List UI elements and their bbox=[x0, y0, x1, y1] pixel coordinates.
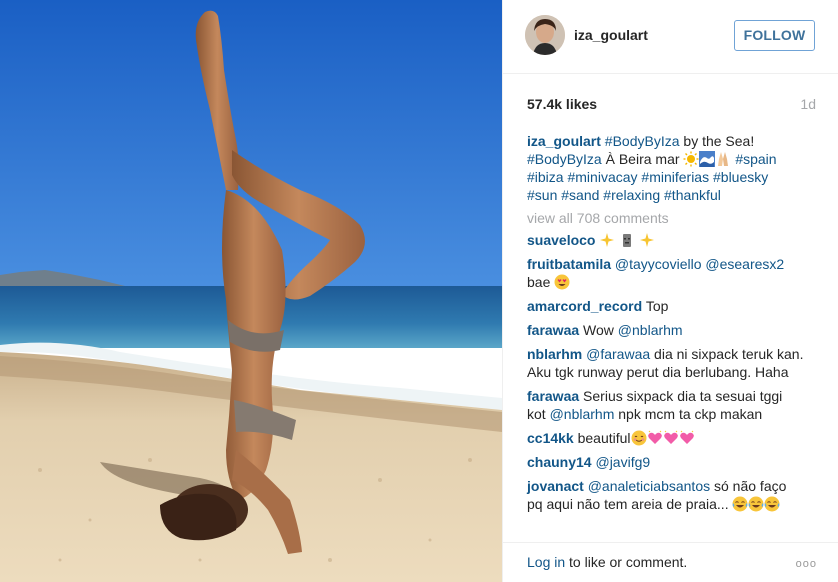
login-prompt: Log in to like or comment. bbox=[527, 554, 687, 570]
post-sidebar: iza_goulart FOLLOW 57.4k likes 1d iza_go… bbox=[502, 0, 838, 582]
comment-item: farawaa Serius sixpack dia ta sesuai tgg… bbox=[527, 387, 819, 423]
caption-text: by the Sea! bbox=[679, 133, 755, 149]
comment-item: amarcord_record Top bbox=[527, 297, 819, 315]
post-author-username[interactable]: iza_goulart bbox=[574, 27, 648, 43]
comment-username[interactable]: fruitbatamila bbox=[527, 256, 611, 272]
caption: iza_goulart #BodyByIza by the Sea! #Body… bbox=[527, 132, 819, 204]
comment-username[interactable]: cc14kk bbox=[527, 430, 574, 446]
mention-link[interactable]: @javifg9 bbox=[595, 454, 650, 470]
hashtag[interactable]: #bluesky bbox=[713, 169, 768, 185]
hashtag[interactable]: #miniferias bbox=[641, 169, 709, 185]
hashtag[interactable]: #sand bbox=[561, 187, 599, 203]
tears-of-joy-emoji-icon bbox=[748, 496, 764, 512]
comment-text: Aku tgk runway perut dia berlubang. Haha bbox=[527, 364, 789, 380]
more-options-button[interactable]: ooo bbox=[796, 558, 817, 570]
post-header: iza_goulart FOLLOW bbox=[503, 0, 838, 74]
post-photo[interactable] bbox=[0, 0, 502, 582]
comment-item: farawaa Wow @nblarhm bbox=[527, 321, 819, 339]
post-age[interactable]: 1d bbox=[800, 96, 816, 112]
likes-row: 57.4k likes 1d bbox=[527, 96, 816, 114]
comment-username[interactable]: farawaa bbox=[527, 322, 579, 338]
sparkles-icon bbox=[600, 233, 615, 247]
heart-eyes-emoji-icon bbox=[554, 274, 570, 290]
hashtag[interactable]: #relaxing bbox=[603, 187, 660, 203]
beach-headstand-photo bbox=[0, 0, 502, 582]
comment-text: npk mcm ta ckp makan bbox=[614, 406, 763, 422]
likes-count[interactable]: 57.4k likes bbox=[527, 96, 597, 112]
comment-username[interactable]: amarcord_record bbox=[527, 298, 642, 314]
comment-text: beautiful bbox=[577, 430, 631, 446]
mention-link[interactable]: @analeticiabsantos bbox=[588, 478, 710, 494]
blush-emoji-icon bbox=[631, 430, 647, 446]
hashtag[interactable]: #ibiza bbox=[527, 169, 564, 185]
hashtag[interactable]: #BodyByIza bbox=[605, 133, 680, 149]
mention-link[interactable]: @nblarhm bbox=[618, 322, 683, 338]
view-all-comments-link[interactable]: view all 708 comments bbox=[527, 210, 819, 226]
avatar[interactable] bbox=[525, 15, 565, 55]
moai-icon bbox=[623, 234, 632, 247]
comment-text: Top bbox=[645, 298, 669, 314]
sun-icon bbox=[683, 151, 699, 167]
caption-text: À Beira mar bbox=[601, 151, 684, 167]
praying-hands-icon bbox=[718, 152, 729, 166]
comment-text: pq aqui não tem areia de praia... bbox=[527, 496, 733, 512]
comment-username[interactable]: nblarhm bbox=[527, 346, 582, 362]
login-prompt-text: to like or comment. bbox=[565, 554, 688, 570]
comment-username[interactable]: farawaa bbox=[527, 388, 579, 404]
hashtag[interactable]: #spain bbox=[735, 151, 776, 167]
comment-text: só não faço bbox=[710, 478, 787, 494]
hashtag[interactable]: #minivacay bbox=[567, 169, 637, 185]
avatar-image bbox=[525, 15, 565, 55]
comment-text: Wow bbox=[583, 322, 618, 338]
post-footer: Log in to like or comment. ooo bbox=[503, 542, 838, 582]
hashtag[interactable]: #sun bbox=[527, 187, 557, 203]
comment-text: dia ni sixpack teruk kan. bbox=[650, 346, 804, 362]
comment-text: kot bbox=[527, 406, 550, 422]
comment-item: jovanact @analeticiabsantos só não faço … bbox=[527, 477, 819, 513]
mention-link[interactable]: @farawaa bbox=[586, 346, 650, 362]
wave-icon bbox=[699, 151, 716, 167]
mention-link[interactable]: @nblarhm bbox=[550, 406, 615, 422]
comment-item: suaveloco bbox=[527, 231, 819, 249]
comment-text: Serius sixpack dia ta sesuai tggi bbox=[583, 388, 783, 404]
caption-username[interactable]: iza_goulart bbox=[527, 133, 601, 149]
comment-text: bae bbox=[527, 274, 551, 290]
sparkles-icon bbox=[640, 233, 655, 247]
comment-item: cc14kk beautiful bbox=[527, 429, 819, 447]
comment-username[interactable]: suaveloco bbox=[527, 232, 595, 248]
comment-item: nblarhm @farawaa dia ni sixpack teruk ka… bbox=[527, 345, 819, 381]
mention-link[interactable]: @esearesx2 bbox=[705, 256, 784, 272]
comments-list: iza_goulart #BodyByIza by the Sea! #Body… bbox=[527, 132, 819, 519]
login-link[interactable]: Log in bbox=[527, 554, 565, 570]
sparkling-heart-icon bbox=[679, 430, 694, 444]
tears-of-joy-emoji-icon bbox=[732, 496, 748, 512]
follow-button[interactable]: FOLLOW bbox=[734, 20, 815, 51]
comment-item: chauny14 @javifg9 bbox=[527, 453, 819, 471]
tears-of-joy-emoji-icon bbox=[764, 496, 780, 512]
comment-username[interactable]: chauny14 bbox=[527, 454, 592, 470]
mention-link[interactable]: @tayycoviello bbox=[615, 256, 702, 272]
comment-item: fruitbatamila @tayycoviello @esearesx2 b… bbox=[527, 255, 819, 291]
hashtag[interactable]: #BodyByIza bbox=[527, 151, 602, 167]
hashtag[interactable]: #thankful bbox=[664, 187, 721, 203]
sparkling-heart-icon bbox=[647, 430, 662, 444]
sparkling-heart-icon bbox=[663, 430, 678, 444]
comment-username[interactable]: jovanact bbox=[527, 478, 584, 494]
